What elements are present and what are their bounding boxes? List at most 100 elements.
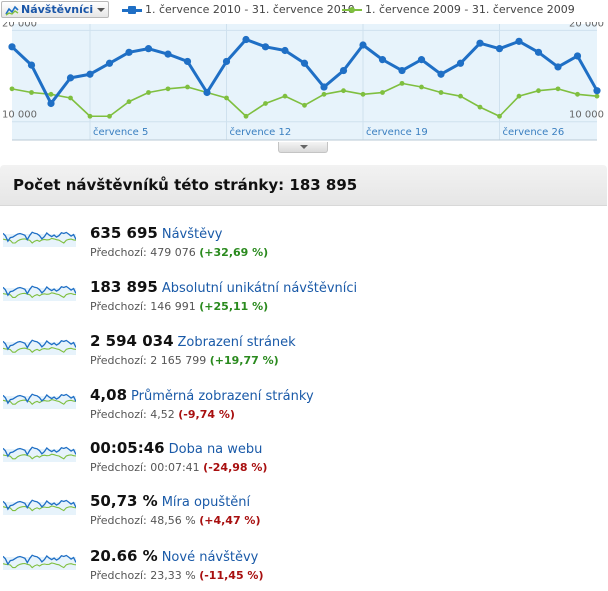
metric-value-line: 2 594 034 Zobrazení stránek <box>90 331 296 350</box>
series-previous-point[interactable] <box>29 90 34 95</box>
series-current-point[interactable] <box>183 57 192 66</box>
series-current-point[interactable] <box>261 43 270 51</box>
series-current-point[interactable] <box>378 56 387 64</box>
series-previous-point[interactable] <box>458 93 463 99</box>
series-current-point[interactable] <box>66 74 75 82</box>
series-previous-point[interactable] <box>68 95 73 101</box>
series-previous-point[interactable] <box>536 88 541 94</box>
metric-name-link[interactable]: Nové návštěvy <box>162 550 259 565</box>
series-current-point[interactable] <box>534 48 543 56</box>
x-tick-label: července 5 <box>93 126 148 138</box>
series-previous-point[interactable] <box>516 93 522 99</box>
metric-row: 635 695 Návštěvy Předchozí: 479 076 (+32,6… <box>0 222 608 268</box>
legend-previous: 1. července 2009 - 31. července 2009 <box>342 3 575 16</box>
metric-name-link[interactable]: Míra opuštění <box>162 495 250 510</box>
series-previous-point[interactable] <box>575 91 580 97</box>
y-tick-label-left: 10 000 <box>2 110 37 121</box>
sparkline-chart[interactable] <box>3 333 76 355</box>
change-percent: (+25,11 %) <box>199 300 269 313</box>
change-percent: (+19,77 %) <box>209 354 279 367</box>
series-previous-point[interactable] <box>321 91 327 97</box>
series-current-point[interactable] <box>300 59 309 67</box>
series-current-point[interactable] <box>8 43 16 51</box>
series-current-point[interactable] <box>47 99 55 108</box>
sparkline-chart[interactable] <box>3 440 76 462</box>
series-previous-point[interactable] <box>185 84 190 90</box>
change-percent: (+32,69 %) <box>199 246 269 259</box>
series-previous-point[interactable] <box>282 93 288 99</box>
previous-value: 23,33 % <box>150 569 196 582</box>
series-current-point[interactable] <box>203 88 211 97</box>
series-current-point[interactable] <box>125 48 133 56</box>
series-current-point[interactable] <box>27 61 36 69</box>
metric-name-link[interactable]: Průměrná zobrazení stránky <box>131 389 314 404</box>
series-previous-point[interactable] <box>9 86 15 92</box>
series-previous-point[interactable] <box>555 86 561 92</box>
x-tick-label: července 26 <box>503 126 565 138</box>
series-current-point[interactable] <box>456 59 465 67</box>
series-previous-point[interactable] <box>438 90 444 95</box>
series-previous-point[interactable] <box>477 104 483 110</box>
metric-value-line: 20.66 % Nové návštěvy <box>90 546 258 565</box>
series-current-point[interactable] <box>495 45 504 53</box>
series-current-point[interactable] <box>222 57 231 66</box>
series-previous-point[interactable] <box>87 113 93 119</box>
series-current-point[interactable] <box>86 70 94 78</box>
series-current-point[interactable] <box>593 87 601 95</box>
series-previous-point[interactable] <box>263 101 268 106</box>
previous-label: Předchozí: <box>90 246 147 259</box>
series-previous-point[interactable] <box>48 91 54 97</box>
series-previous-point[interactable] <box>380 90 385 95</box>
series-previous-point[interactable] <box>243 113 249 119</box>
series-current-point[interactable] <box>339 66 348 75</box>
metric-name-link[interactable]: Zobrazení stránek <box>178 335 296 350</box>
metric-row: 183 895 Absolutní unikátní návštěvníci Pře… <box>0 276 608 322</box>
series-previous-point[interactable] <box>302 102 307 108</box>
plot-area <box>12 24 597 140</box>
series-previous-point[interactable] <box>224 95 229 101</box>
series-current-point[interactable] <box>144 45 153 53</box>
legend-current-label: 1. července 2010 - 31. července 2010 <box>145 3 355 16</box>
series-previous-point[interactable] <box>360 91 366 97</box>
series-current-point[interactable] <box>417 56 426 64</box>
series-current-point[interactable] <box>359 41 367 49</box>
sparkline-chart[interactable] <box>3 548 76 570</box>
series-previous-point[interactable] <box>165 86 171 92</box>
series-current-point[interactable] <box>573 52 582 60</box>
metric-dropdown[interactable]: Návštěvníci <box>1 1 109 18</box>
series-previous-point[interactable] <box>419 84 424 90</box>
metric-name-link[interactable]: Návštěvy <box>162 227 223 242</box>
series-current-point[interactable] <box>554 63 562 71</box>
series-current-point[interactable] <box>437 70 445 78</box>
series-previous-point[interactable] <box>341 88 346 94</box>
series-previous-point[interactable] <box>594 93 600 99</box>
sparkline-chart[interactable] <box>3 225 76 247</box>
series-current-point[interactable] <box>515 37 523 45</box>
series-current-point[interactable] <box>242 35 250 44</box>
sparkline-chart[interactable] <box>3 493 76 515</box>
page-title: Počet návštěvníků této stránky: 183 895 <box>13 176 358 194</box>
series-current-point[interactable] <box>476 39 484 47</box>
series-current-point[interactable] <box>281 46 289 55</box>
sparkline-chart[interactable] <box>3 387 76 409</box>
collapse-chart-button[interactable] <box>278 142 328 153</box>
previous-label: Předchozí: <box>90 408 147 421</box>
change-percent: (-9,74 %) <box>178 408 235 421</box>
metric-row: 50,73 % Míra opuštění Předchozí: 48,56 % (… <box>0 490 608 536</box>
series-current-point[interactable] <box>398 66 406 75</box>
series-current-point[interactable] <box>164 50 172 58</box>
series-previous-point[interactable] <box>497 113 502 119</box>
series-previous-point[interactable] <box>399 80 405 86</box>
series-current-point[interactable] <box>320 83 328 91</box>
metric-name-link[interactable]: Absolutní unikátní návštěvníci <box>162 281 357 296</box>
series-current-point[interactable] <box>105 59 114 67</box>
metric-previous: Předchozí: 2 165 799 (+19,77 %) <box>90 354 279 367</box>
metric-name-link[interactable]: Doba na webu <box>169 442 263 457</box>
series-previous-point[interactable] <box>126 99 132 105</box>
sparkline-chart[interactable] <box>3 279 76 301</box>
x-tick-label: července 12 <box>230 126 292 138</box>
metric-value: 50,73 % <box>90 492 158 510</box>
legend-current: 1. července 2010 - 31. července 2010 <box>122 3 355 16</box>
series-previous-point[interactable] <box>107 113 112 119</box>
series-previous-point[interactable] <box>146 90 151 95</box>
